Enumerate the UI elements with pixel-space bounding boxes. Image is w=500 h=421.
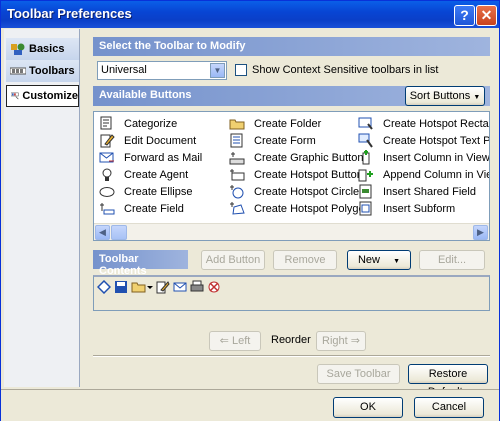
available-buttons-title: Available Buttons [99,89,192,101]
list-item[interactable]: Create Hotspot Text Pop [358,132,489,149]
add-button-button[interactable]: Add Button [201,250,265,270]
list-item[interactable]: Categorize [99,115,202,132]
list-item[interactable]: Create Hotspot Button [229,166,371,183]
list-item[interactable]: Create Graphic Button [229,149,371,166]
forward-mail-icon[interactable] [173,280,187,294]
list-item[interactable]: Insert Column in View [358,149,489,166]
scroll-thumb[interactable] [111,225,127,240]
hotspot-rectangle-icon [358,117,373,130]
sidebar: Basics Toolbars Customize [4,29,80,387]
context-sensitive-label: Show Context Sensitive toolbars in list [252,64,439,76]
print-icon[interactable] [190,280,204,294]
list-item[interactable]: Create Field [99,200,202,217]
move-left-button[interactable]: ⇐ Left [209,331,261,351]
sidebar-item-toolbars[interactable]: Toolbars [6,60,79,82]
separator [93,355,490,357]
agent-icon [102,168,112,181]
hotspot-polygon-icon [230,202,245,215]
hotspot-text-popup-icon [358,133,373,148]
move-right-label: Right [322,335,348,347]
forward-mail-icon [99,152,114,163]
restore-defaults-button[interactable]: Restore Defaults [408,364,488,398]
list-item[interactable]: Edit Document [99,132,202,149]
list-item[interactable]: Create Ellipse [99,183,202,200]
list-column-1: Categorize Edit Document Forward as Mail… [99,115,202,217]
edit-document-icon[interactable] [156,280,170,294]
form-icon [230,133,243,148]
move-left-label: Left [231,335,251,347]
edit-document-icon [100,134,115,148]
sort-buttons-button[interactable]: Sort Buttons ▼ [405,86,485,106]
list-item[interactable]: Insert Subform [358,200,489,217]
chevron-down-icon[interactable]: ▼ [210,63,225,78]
hotspot-circle-icon [230,185,244,199]
list-item[interactable]: Forward as Mail [99,149,202,166]
close-button[interactable]: ✕ [476,5,497,26]
cancel-button[interactable]: Cancel [414,397,484,418]
toolbar-contents-header: Toolbar Contents [93,250,188,277]
basics-icon [11,43,25,55]
diamond-icon[interactable] [97,280,111,294]
window-title: Toolbar Preferences [7,6,132,21]
scroll-left-icon[interactable]: ◀ [95,225,110,240]
edit-button[interactable]: Edit... [419,250,485,270]
arrow-left-icon: ⇐ [219,335,229,347]
customize-icon [11,92,19,100]
chevron-down-icon: ▼ [473,94,481,101]
toolbar-select-value: Universal [101,64,147,76]
list-item[interactable]: Create Hotspot Circle [229,183,371,200]
available-buttons-list[interactable]: Categorize Edit Document Forward as Mail… [93,111,490,241]
sidebar-item-customize[interactable]: Customize [6,85,79,107]
main-panel: Select the Toolbar to Modify Universal ▼… [85,29,496,398]
horizontal-scrollbar[interactable]: ◀ ▶ [94,223,489,240]
folder-icon [229,119,245,130]
ellipse-icon [99,187,115,197]
dialog-footer: OK Cancel [1,389,499,421]
toolbar-select[interactable]: Universal ▼ [97,61,227,80]
context-sensitive-checkbox[interactable] [235,64,247,76]
arrow-right-icon: ⇒ [350,335,360,347]
remove-button[interactable]: Remove [273,250,337,270]
list-column-3: Create Hotspot Rectang Create Hotspot Te… [358,115,489,217]
save-icon[interactable] [114,280,128,294]
scroll-right-icon[interactable]: ▶ [473,225,488,240]
new-button[interactable]: New ▼ [347,250,411,270]
sidebar-item-basics[interactable]: Basics [6,38,79,60]
title-bar[interactable]: Toolbar Preferences ? ✕ [1,1,499,28]
list-column-2: Create Folder Create Form Create Graphic… [229,115,371,217]
new-button-label: New [357,254,380,266]
move-right-button[interactable]: Right ⇒ [316,331,366,351]
select-toolbar-header: Select the Toolbar to Modify [93,37,490,56]
list-item[interactable]: Append Column in View [358,166,489,183]
open-folder-icon[interactable] [131,280,153,294]
list-item[interactable]: Create Form [229,132,371,149]
insert-column-icon [362,150,370,165]
ok-button[interactable]: OK [333,397,403,418]
reorder-label: Reorder [271,334,311,346]
subform-icon [359,201,372,216]
save-toolbar-button[interactable]: Save Toolbar [317,364,400,384]
hotspot-button-icon [230,169,245,181]
delete-icon[interactable] [207,280,221,294]
help-button[interactable]: ? [454,5,475,26]
toolbars-icon [10,67,26,75]
sidebar-item-label: Basics [29,43,65,55]
field-icon [100,203,115,215]
chevron-down-icon: ▼ [393,258,400,265]
sort-buttons-label: Sort Buttons [409,90,471,102]
toolbar-contents-preview[interactable] [93,275,490,311]
list-item[interactable]: Create Hotspot Rectang [358,115,489,132]
list-item[interactable]: Create Hotspot Polygon [229,200,371,217]
append-column-icon [358,169,373,182]
list-item[interactable]: Create Folder [229,115,371,132]
sidebar-item-label: Customize [22,90,78,102]
list-item[interactable]: Create Agent [99,166,202,183]
shared-field-icon [359,184,372,199]
list-item[interactable]: Insert Shared Field [358,183,489,200]
toolbar-icon-strip [97,280,221,294]
sidebar-item-label: Toolbars [29,65,75,77]
toolbar-preferences-dialog: Toolbar Preferences ? ✕ Basics Toolbars … [0,0,500,421]
graphic-button-icon [229,152,245,165]
categorize-icon [100,116,112,130]
